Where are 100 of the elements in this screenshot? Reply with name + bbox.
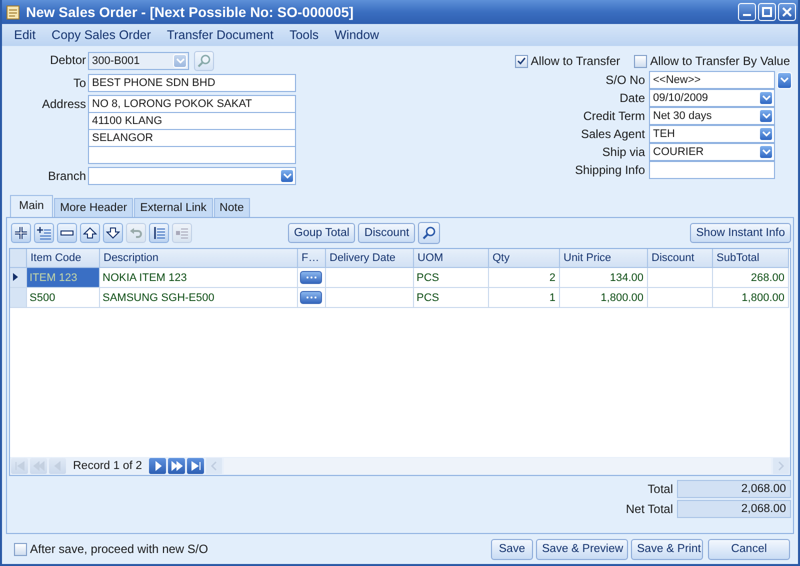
arrow-icon xyxy=(32,459,46,473)
table-cell: ITEM 123 xyxy=(26,268,99,288)
maximize-icon xyxy=(762,7,772,17)
tab[interactable]: More Header xyxy=(54,198,134,217)
footer-button[interactable]: Save & Preview xyxy=(536,538,628,560)
search-button[interactable] xyxy=(418,222,440,244)
dropdown-icon xyxy=(759,127,773,141)
more-button[interactable] xyxy=(300,291,322,304)
dropdown-button[interactable] xyxy=(777,72,792,88)
insert-row-button[interactable] xyxy=(34,223,54,243)
menu-item[interactable]: Edit xyxy=(6,28,44,42)
column-header[interactable]: Unit Price xyxy=(559,249,647,268)
column-header[interactable]: UOM xyxy=(413,249,488,268)
plus-icon xyxy=(14,226,28,240)
total-label: Net Total xyxy=(626,502,673,516)
checkbox-label: Allow to Transfer xyxy=(530,54,620,68)
action-button[interactable]: Goup Total xyxy=(288,223,356,243)
field-label: Credit Term xyxy=(582,108,645,125)
menu-item[interactable]: Tools xyxy=(281,28,327,42)
minimize-button[interactable] xyxy=(738,3,756,21)
search-icon xyxy=(197,54,211,68)
checkbox[interactable] xyxy=(634,54,648,68)
address-line-field[interactable]: 41100 KLANG xyxy=(88,112,296,130)
field-label: Shipping Info xyxy=(574,162,645,179)
text-field[interactable]: <<New>> xyxy=(649,71,775,89)
field-label: Debtor xyxy=(48,52,86,69)
tab[interactable]: External Link xyxy=(134,198,213,217)
table-cell: PCS xyxy=(413,268,488,288)
footer-button[interactable]: Save xyxy=(491,538,533,560)
dropdown-field[interactable]: TEH xyxy=(649,125,775,143)
close-button[interactable] xyxy=(778,3,796,21)
footer-button[interactable]: Save & Print xyxy=(631,538,703,560)
next-record-button[interactable] xyxy=(149,458,166,474)
move-up-button[interactable] xyxy=(80,223,100,243)
delete-row-button[interactable] xyxy=(57,223,77,243)
column-header[interactable]: SubTotal xyxy=(712,249,788,268)
window-title: New Sales Order - [Next Possible No: SO-000005] xyxy=(26,4,355,20)
branch-dropdown[interactable] xyxy=(88,167,296,185)
close-icon xyxy=(782,7,792,17)
debtor-dropdown[interactable]: 300-B001 xyxy=(88,52,189,70)
add-row-button[interactable] xyxy=(11,223,31,243)
field-label: To xyxy=(72,75,86,92)
table-cell: S500 xyxy=(26,288,99,308)
total-value: 2,068.00 xyxy=(677,500,791,518)
address-line-field[interactable] xyxy=(88,146,296,164)
arrow-icon xyxy=(12,459,26,473)
move-down-button[interactable] xyxy=(103,223,123,243)
table-cell: PCS xyxy=(413,288,488,308)
address-line-field[interactable]: NO 8, LORONG POKOK SAKAT xyxy=(88,95,296,113)
checkbox[interactable] xyxy=(14,542,27,556)
last-record-button[interactable] xyxy=(187,458,204,474)
field-label: Sales Agent xyxy=(580,126,645,143)
show-instant-info-button[interactable]: Show Instant Info xyxy=(690,223,791,243)
document-icon xyxy=(6,4,20,20)
dropdown-field[interactable]: 09/10/2009 xyxy=(649,89,775,107)
tab[interactable]: Note xyxy=(214,198,250,217)
ellipsis-icon xyxy=(306,276,316,279)
menu-item[interactable]: Window xyxy=(326,28,388,42)
list-button[interactable] xyxy=(149,223,169,243)
minimize-icon xyxy=(743,14,751,16)
column-header[interactable]: Discount xyxy=(647,249,712,268)
column-header[interactable]: Delivery Date xyxy=(325,249,413,268)
list-icon xyxy=(152,226,166,240)
maximize-button[interactable] xyxy=(758,3,776,21)
current-row-icon xyxy=(13,272,18,280)
row-header[interactable] xyxy=(10,268,26,288)
field-label: Ship via xyxy=(601,144,645,161)
list-icon xyxy=(175,226,189,240)
column-header[interactable]: Qty xyxy=(488,249,559,268)
next-page-button[interactable] xyxy=(168,458,186,474)
more-button[interactable] xyxy=(300,271,322,284)
to-field[interactable]: BEST PHONE SDN BHD xyxy=(88,74,296,92)
table-cell: 1,800.00 xyxy=(712,288,788,308)
menu-item[interactable]: Transfer Document xyxy=(158,28,282,42)
table-cell: 1 xyxy=(488,288,559,308)
up-arrow-icon xyxy=(83,226,97,240)
column-header[interactable]: Description xyxy=(99,249,297,268)
dropdown-field[interactable]: COURIER xyxy=(649,143,775,161)
arrow-icon xyxy=(188,459,203,473)
menu-item[interactable]: Copy Sales Order xyxy=(44,28,159,42)
column-header[interactable]: F… xyxy=(297,249,325,268)
action-button[interactable]: Discount xyxy=(358,223,416,243)
footer-button[interactable]: Cancel xyxy=(708,538,790,560)
dropdown-icon xyxy=(759,145,773,159)
tab[interactable]: Main xyxy=(10,195,53,217)
field-label: Branch xyxy=(46,168,86,185)
dropdown-icon xyxy=(280,169,294,183)
field-label: Date xyxy=(618,90,645,107)
text-field[interactable] xyxy=(649,161,775,179)
checkbox-label: Allow to Transfer By Value xyxy=(650,54,790,68)
table-cell: SAMSUNG SGH-E500 xyxy=(99,288,297,308)
column-header[interactable]: Item Code xyxy=(26,249,99,268)
field-label: Address xyxy=(40,96,86,113)
dropdown-icon xyxy=(780,77,789,83)
address-line-field[interactable]: SELANGOR xyxy=(88,129,296,147)
checkbox[interactable] xyxy=(514,54,528,68)
horizontal-scrollbar[interactable] xyxy=(224,458,771,474)
checkbox-label: After save, proceed with new S/O xyxy=(30,542,208,556)
table-cell: NOKIA ITEM 123 xyxy=(99,268,297,288)
dropdown-field[interactable]: Net 30 days xyxy=(649,107,775,125)
